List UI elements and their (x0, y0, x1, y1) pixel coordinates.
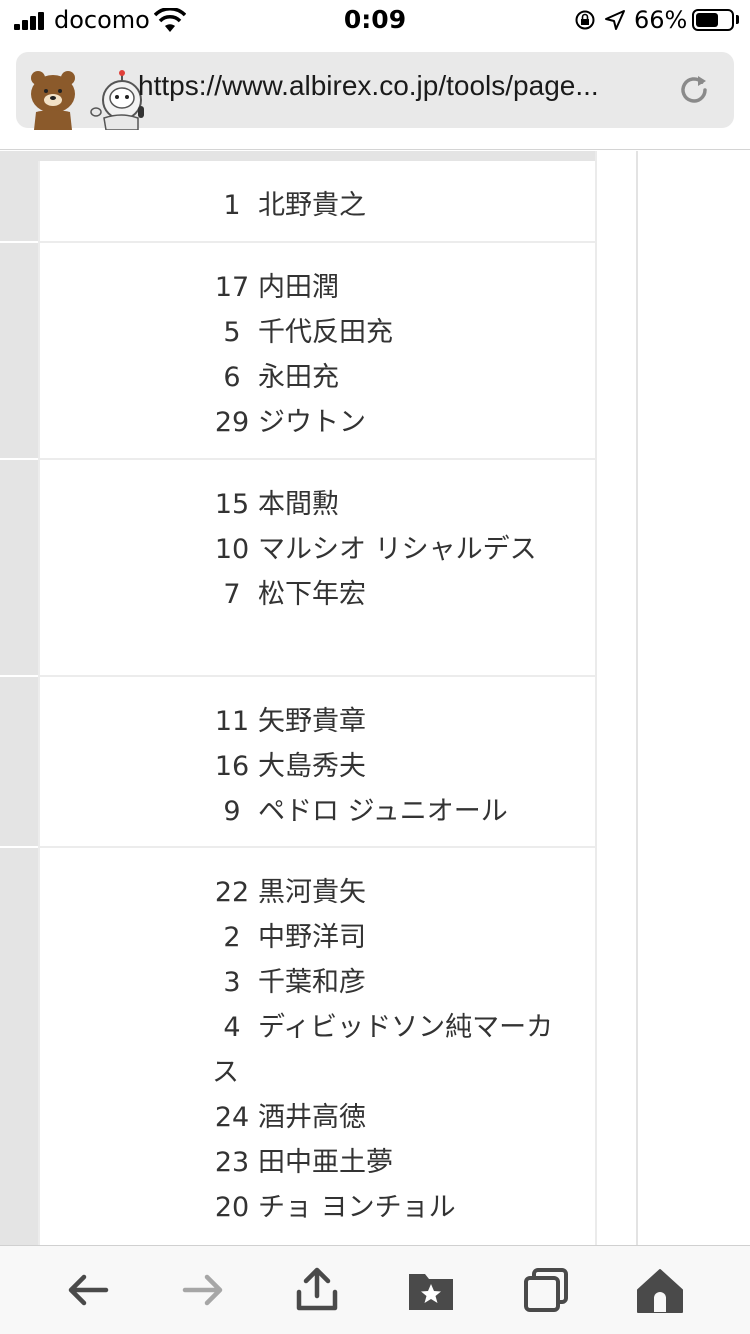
back-arrow-icon[interactable] (64, 1266, 112, 1314)
player-entry: 16 大島秀夫 (212, 744, 572, 789)
player-number: 24 (214, 1102, 250, 1133)
row-divider (0, 675, 38, 677)
player-entry: 10 マルシオ リシャルデス (212, 527, 572, 572)
player-list: 17 内田潤 5 千代反田充 6 永田充 29 ジウトン (212, 265, 572, 445)
player-name: 北野貴之 (258, 190, 366, 221)
page-column-divider (636, 151, 638, 1245)
player-number: 22 (214, 877, 250, 908)
player-entry: 17 内田潤 (212, 265, 572, 310)
player-name: 本間勲 (258, 489, 339, 520)
player-number: 6 (223, 362, 241, 393)
lineup-row: 11 矢野貴章 16 大島秀夫 9 ペドロ ジュニオール (38, 677, 596, 848)
location-arrow-icon (605, 10, 625, 30)
player-name: 永田充 (258, 362, 339, 393)
player-list: 15 本間勲 10 マルシオ リシャルデス 7 松下年宏 (212, 482, 572, 617)
player-number: 16 (214, 751, 250, 782)
player-number: 2 (223, 922, 241, 953)
player-name: ディビッドソン純マーカス (212, 1012, 554, 1088)
player-name: チョ ヨンチョル (258, 1192, 456, 1223)
player-name: 田中亜土夢 (258, 1147, 393, 1178)
battery-level (696, 13, 718, 27)
player-name: 千葉和彦 (258, 967, 366, 998)
player-entry: 20 チョ ヨンチョル (212, 1185, 572, 1230)
battery-icon (692, 9, 734, 31)
reload-icon[interactable] (676, 72, 712, 108)
lineup-row: 22 黒河貴矢 2 中野洋司 3 千葉和彦 4 ディビッドソン純マーカス 24 酒井高徳 23 田中亜… (38, 848, 596, 1245)
player-number: 15 (214, 489, 250, 520)
player-number: 1 (223, 190, 241, 221)
table-header-column (0, 151, 38, 1245)
player-entry: 22 黒河貴矢 (212, 870, 572, 915)
table-top-border (0, 151, 597, 161)
player-list: 11 矢野貴章 16 大島秀夫 9 ペドロ ジュニオール (212, 699, 572, 834)
player-number: 9 (223, 796, 241, 827)
browser-toolbar: https://www.albirex.co.jp/tools/page... (0, 42, 750, 150)
player-entry: 9 ペドロ ジュニオール (212, 789, 572, 834)
browser-bottom-bar (0, 1245, 750, 1334)
player-name: 黒河貴矢 (258, 877, 366, 908)
player-number: 4 (223, 1012, 241, 1043)
player-number: 3 (223, 967, 241, 998)
player-name: ジウトン (258, 407, 366, 438)
row-divider (0, 458, 38, 460)
player-entry: 7 松下年宏 (212, 572, 572, 617)
battery-percentage: 66% (634, 6, 688, 34)
player-name: 矢野貴章 (258, 706, 366, 737)
lineup-row: 1 北野貴之 (38, 161, 596, 243)
player-entry: 1 北野貴之 (212, 183, 572, 228)
player-list: 22 黒河貴矢 2 中野洋司 3 千葉和彦 4 ディビッドソン純マーカス 24 酒井高徳 23 田中亜… (212, 870, 572, 1230)
player-entry: 4 ディビッドソン純マーカス (212, 1005, 572, 1095)
lineup-row: 15 本間勲 10 マルシオ リシャルデス 7 松下年宏 (38, 460, 596, 677)
player-name: 中野洋司 (258, 922, 366, 953)
home-icon[interactable] (636, 1266, 684, 1314)
player-list: 1 北野貴之 (212, 183, 572, 228)
player-entry: 29 ジウトン (212, 400, 572, 445)
player-entry: 2 中野洋司 (212, 915, 572, 960)
player-name: 大島秀夫 (258, 751, 366, 782)
battery-tip (736, 15, 739, 24)
player-number: 7 (223, 579, 241, 610)
player-number: 23 (214, 1147, 250, 1178)
player-name: 酒井高徳 (258, 1102, 366, 1133)
player-entry: 3 千葉和彦 (212, 960, 572, 1005)
player-number: 5 (223, 317, 241, 348)
share-icon[interactable] (293, 1266, 341, 1314)
row-divider (0, 846, 38, 848)
player-number: 29 (214, 407, 250, 438)
player-entry: 15 本間勲 (212, 482, 572, 527)
bookmark-folder-icon[interactable] (407, 1266, 455, 1314)
player-entry: 5 千代反田充 (212, 310, 572, 355)
player-name: マルシオ リシャルデス (258, 534, 537, 565)
player-entry: 23 田中亜土夢 (212, 1140, 572, 1185)
orientation-lock-icon (575, 10, 595, 30)
player-number: 17 (214, 272, 250, 303)
player-number: 10 (214, 534, 250, 565)
lineup-row: 17 内田潤 5 千代反田充 6 永田充 29 ジウトン (38, 243, 596, 460)
player-name: 千代反田充 (258, 317, 393, 348)
player-entry: 11 矢野貴章 (212, 699, 572, 744)
player-name: ペドロ ジュニオール (258, 796, 508, 827)
forward-arrow-icon[interactable] (179, 1266, 227, 1314)
player-name: 松下年宏 (258, 579, 366, 610)
player-number: 20 (214, 1192, 250, 1223)
table-right-border (595, 151, 597, 1245)
player-entry: 24 酒井高徳 (212, 1095, 572, 1140)
mascot-characters-icon (31, 70, 144, 130)
tabs-icon[interactable] (522, 1266, 570, 1314)
page-content: 1 北野貴之 17 内田潤 5 千代反田充 6 永田充 29 ジウトン 15 本間勲 10 マルシオ リシ… (0, 151, 750, 1245)
url-text[interactable]: https://www.albirex.co.jp/tools/page... (138, 70, 668, 102)
player-number: 11 (214, 706, 250, 737)
status-bar: docomo 0:09 66% (0, 0, 750, 42)
player-name: 内田潤 (258, 272, 339, 303)
row-divider (0, 241, 38, 243)
player-entry: 6 永田充 (212, 355, 572, 400)
address-bar[interactable]: https://www.albirex.co.jp/tools/page... (16, 52, 734, 130)
